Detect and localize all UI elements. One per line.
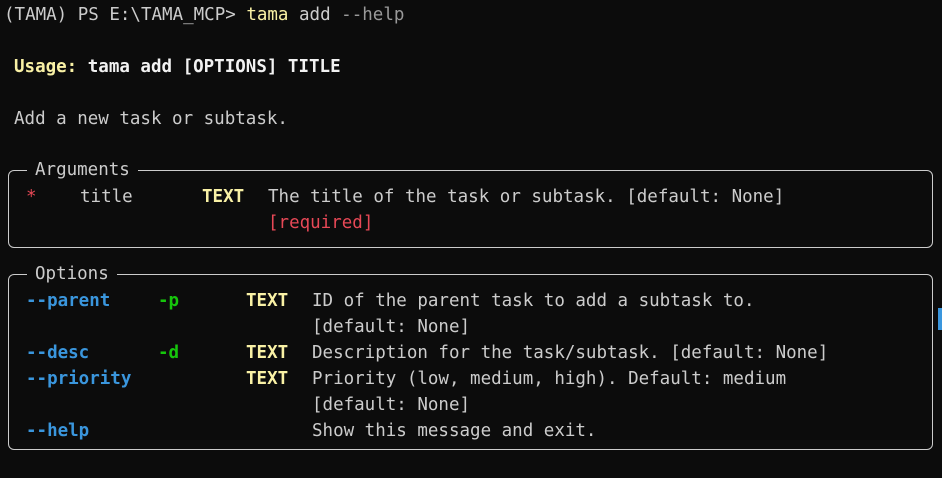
arguments-panel-title: Arguments (27, 157, 138, 183)
option-priority-type: TEXT (246, 369, 289, 389)
option-help-long: --help (26, 421, 90, 441)
usage-text: tama add [OPTIONS] TITLE (77, 57, 341, 77)
argument-required-tag: [required] (268, 213, 374, 233)
scrollbar-marker[interactable] (938, 308, 942, 330)
prompt-line: (TAMA) PS E:\TAMA_MCP> tama add --help (4, 2, 404, 28)
option-parent-default: [default: None] (312, 317, 471, 337)
option-parent-short: -p (158, 291, 180, 311)
option-priority-help: Priority (low, medium, high). Default: m… (312, 369, 787, 389)
option-desc-type: TEXT (246, 343, 289, 363)
options-panel-title: Options (27, 261, 117, 287)
option-desc-long: --desc (26, 343, 90, 363)
prompt-flag: --help (341, 5, 405, 25)
option-desc-short: -d (158, 343, 180, 363)
command-description: Add a new task or subtask. (14, 109, 288, 129)
argument-help: The title of the task or subtask. [defau… (268, 187, 785, 207)
argument-type: TEXT (202, 187, 245, 207)
option-priority-default: [default: None] (312, 395, 471, 415)
option-desc-help: Description for the task/subtask. [defau… (312, 343, 829, 363)
argument-name: title (80, 187, 133, 207)
option-priority-long: --priority (26, 369, 132, 389)
option-parent-help: ID of the parent task to add a subtask t… (312, 291, 755, 311)
usage-label: Usage: (14, 57, 78, 77)
option-parent-long: --parent (26, 291, 111, 311)
option-parent-type: TEXT (246, 291, 289, 311)
required-marker: * (26, 187, 37, 207)
option-help-help: Show this message and exit. (312, 421, 597, 441)
prompt-env: (TAMA) PS E:\TAMA_MCP> (4, 5, 247, 25)
prompt-args: add (288, 5, 342, 25)
usage-line: Usage: tama add [OPTIONS] TITLE (14, 54, 341, 80)
prompt-command: tama (246, 5, 289, 25)
